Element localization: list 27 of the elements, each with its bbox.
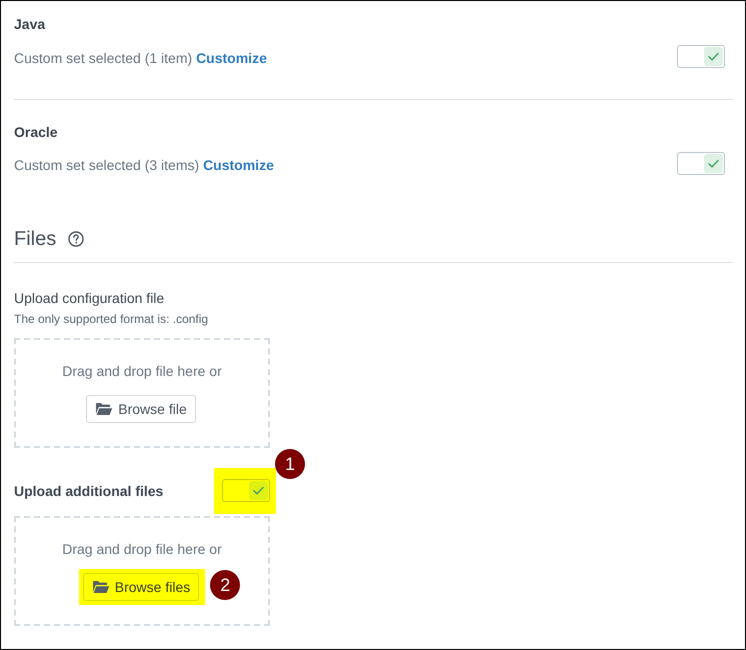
callout-badge: 2 — [210, 570, 240, 600]
section-title: Oracle — [14, 123, 59, 142]
check-icon — [704, 154, 723, 172]
customize-link[interactable]: Customize — [203, 157, 274, 173]
drop-prompt: Drag and drop file here or — [62, 540, 222, 559]
toggle-switch[interactable] — [222, 479, 270, 502]
section-heading: Files — [14, 227, 56, 252]
toggle-switch[interactable] — [677, 152, 725, 174]
upload-label: Upload configuration file — [14, 289, 166, 308]
toggle-switch[interactable] — [677, 44, 725, 68]
drop-prompt: Drag and drop file here or — [62, 362, 222, 381]
check-icon — [249, 481, 268, 500]
folder-icon — [95, 402, 114, 416]
drop-zone[interactable]: Drag and drop file here or Browse files 2 — [14, 516, 270, 626]
callout-badge: 1 — [275, 449, 305, 479]
help-icon[interactable] — [68, 231, 84, 247]
format-hint: The only supported format is: .config — [14, 311, 210, 327]
upload-label: Upload additional files — [14, 482, 164, 501]
drop-zone[interactable]: Drag and drop file here or Browse file — [14, 338, 270, 448]
customize-link[interactable]: Customize — [196, 50, 267, 66]
selection-summary: Custom set selected (3 items) Customize — [14, 156, 274, 175]
selection-summary: Custom set selected (1 item) Customize — [14, 49, 267, 68]
browse-button[interactable]: Browse file — [86, 395, 196, 423]
folder-icon — [92, 580, 110, 594]
check-icon — [704, 46, 723, 66]
browse-button[interactable]: Browse files — [82, 573, 200, 601]
section-title: Java — [14, 15, 46, 34]
